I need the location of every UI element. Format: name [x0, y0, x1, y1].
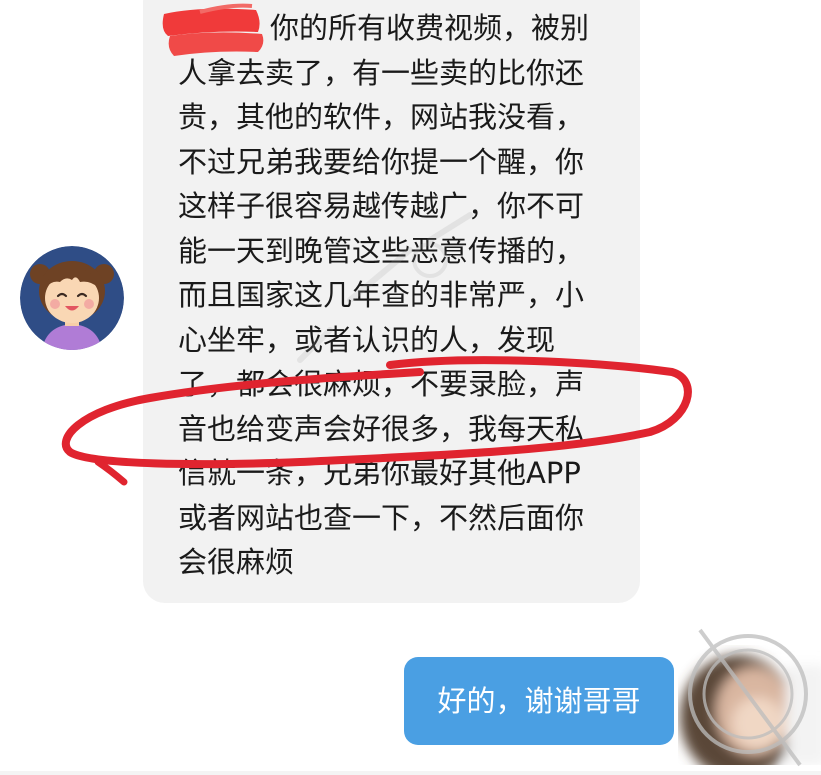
message-line: 了，都会很麻烦，不要录脸，声 — [178, 367, 585, 401]
message-line: 能一天到晚管这些恶意传播的， — [178, 233, 585, 268]
bottom-divider — [0, 771, 821, 775]
message-line: 贵，其他的软件，网站我没看， — [178, 100, 585, 134]
message-line: 你的所有收费视频，被别 — [270, 11, 590, 45]
sender-avatar[interactable] — [20, 246, 124, 350]
message-line: 会很麻烦 — [178, 545, 295, 579]
message-line: 而且国家这几年查的非常严，小 — [178, 278, 585, 312]
message-line: 或者网站也查一下，不然后面你 — [178, 500, 585, 535]
message-line: 信就一条，兄弟你最好其他APP — [178, 456, 581, 490]
message-line: 人拿去卖了，有一些卖的比你还 — [178, 55, 585, 90]
message-line: 音也给变声会好很多，我每天私 — [178, 411, 585, 446]
message-line: 这样子很容易越传越广，你不可 — [178, 189, 585, 223]
outgoing-message-text: 好的，谢谢哥哥 — [437, 684, 641, 718]
blurred-profile-avatar-icon — [678, 645, 821, 765]
message-line: 不过兄弟我要给你提一个醒，你 — [178, 144, 585, 179]
chat-view: 你的所有收费视频，被别 人拿去卖了，有一些卖的比你还 贵，其他的软件，网站我没看… — [0, 0, 821, 775]
user-avatar[interactable] — [678, 645, 821, 765]
incoming-message-text: 你的所有收费视频，被别 人拿去卖了，有一些卖的比你还 贵，其他的软件，网站我没看… — [178, 6, 618, 585]
message-line: 心坐牢，或者认识的人，发现 — [178, 322, 556, 357]
cartoon-girl-avatar-icon — [20, 246, 124, 350]
